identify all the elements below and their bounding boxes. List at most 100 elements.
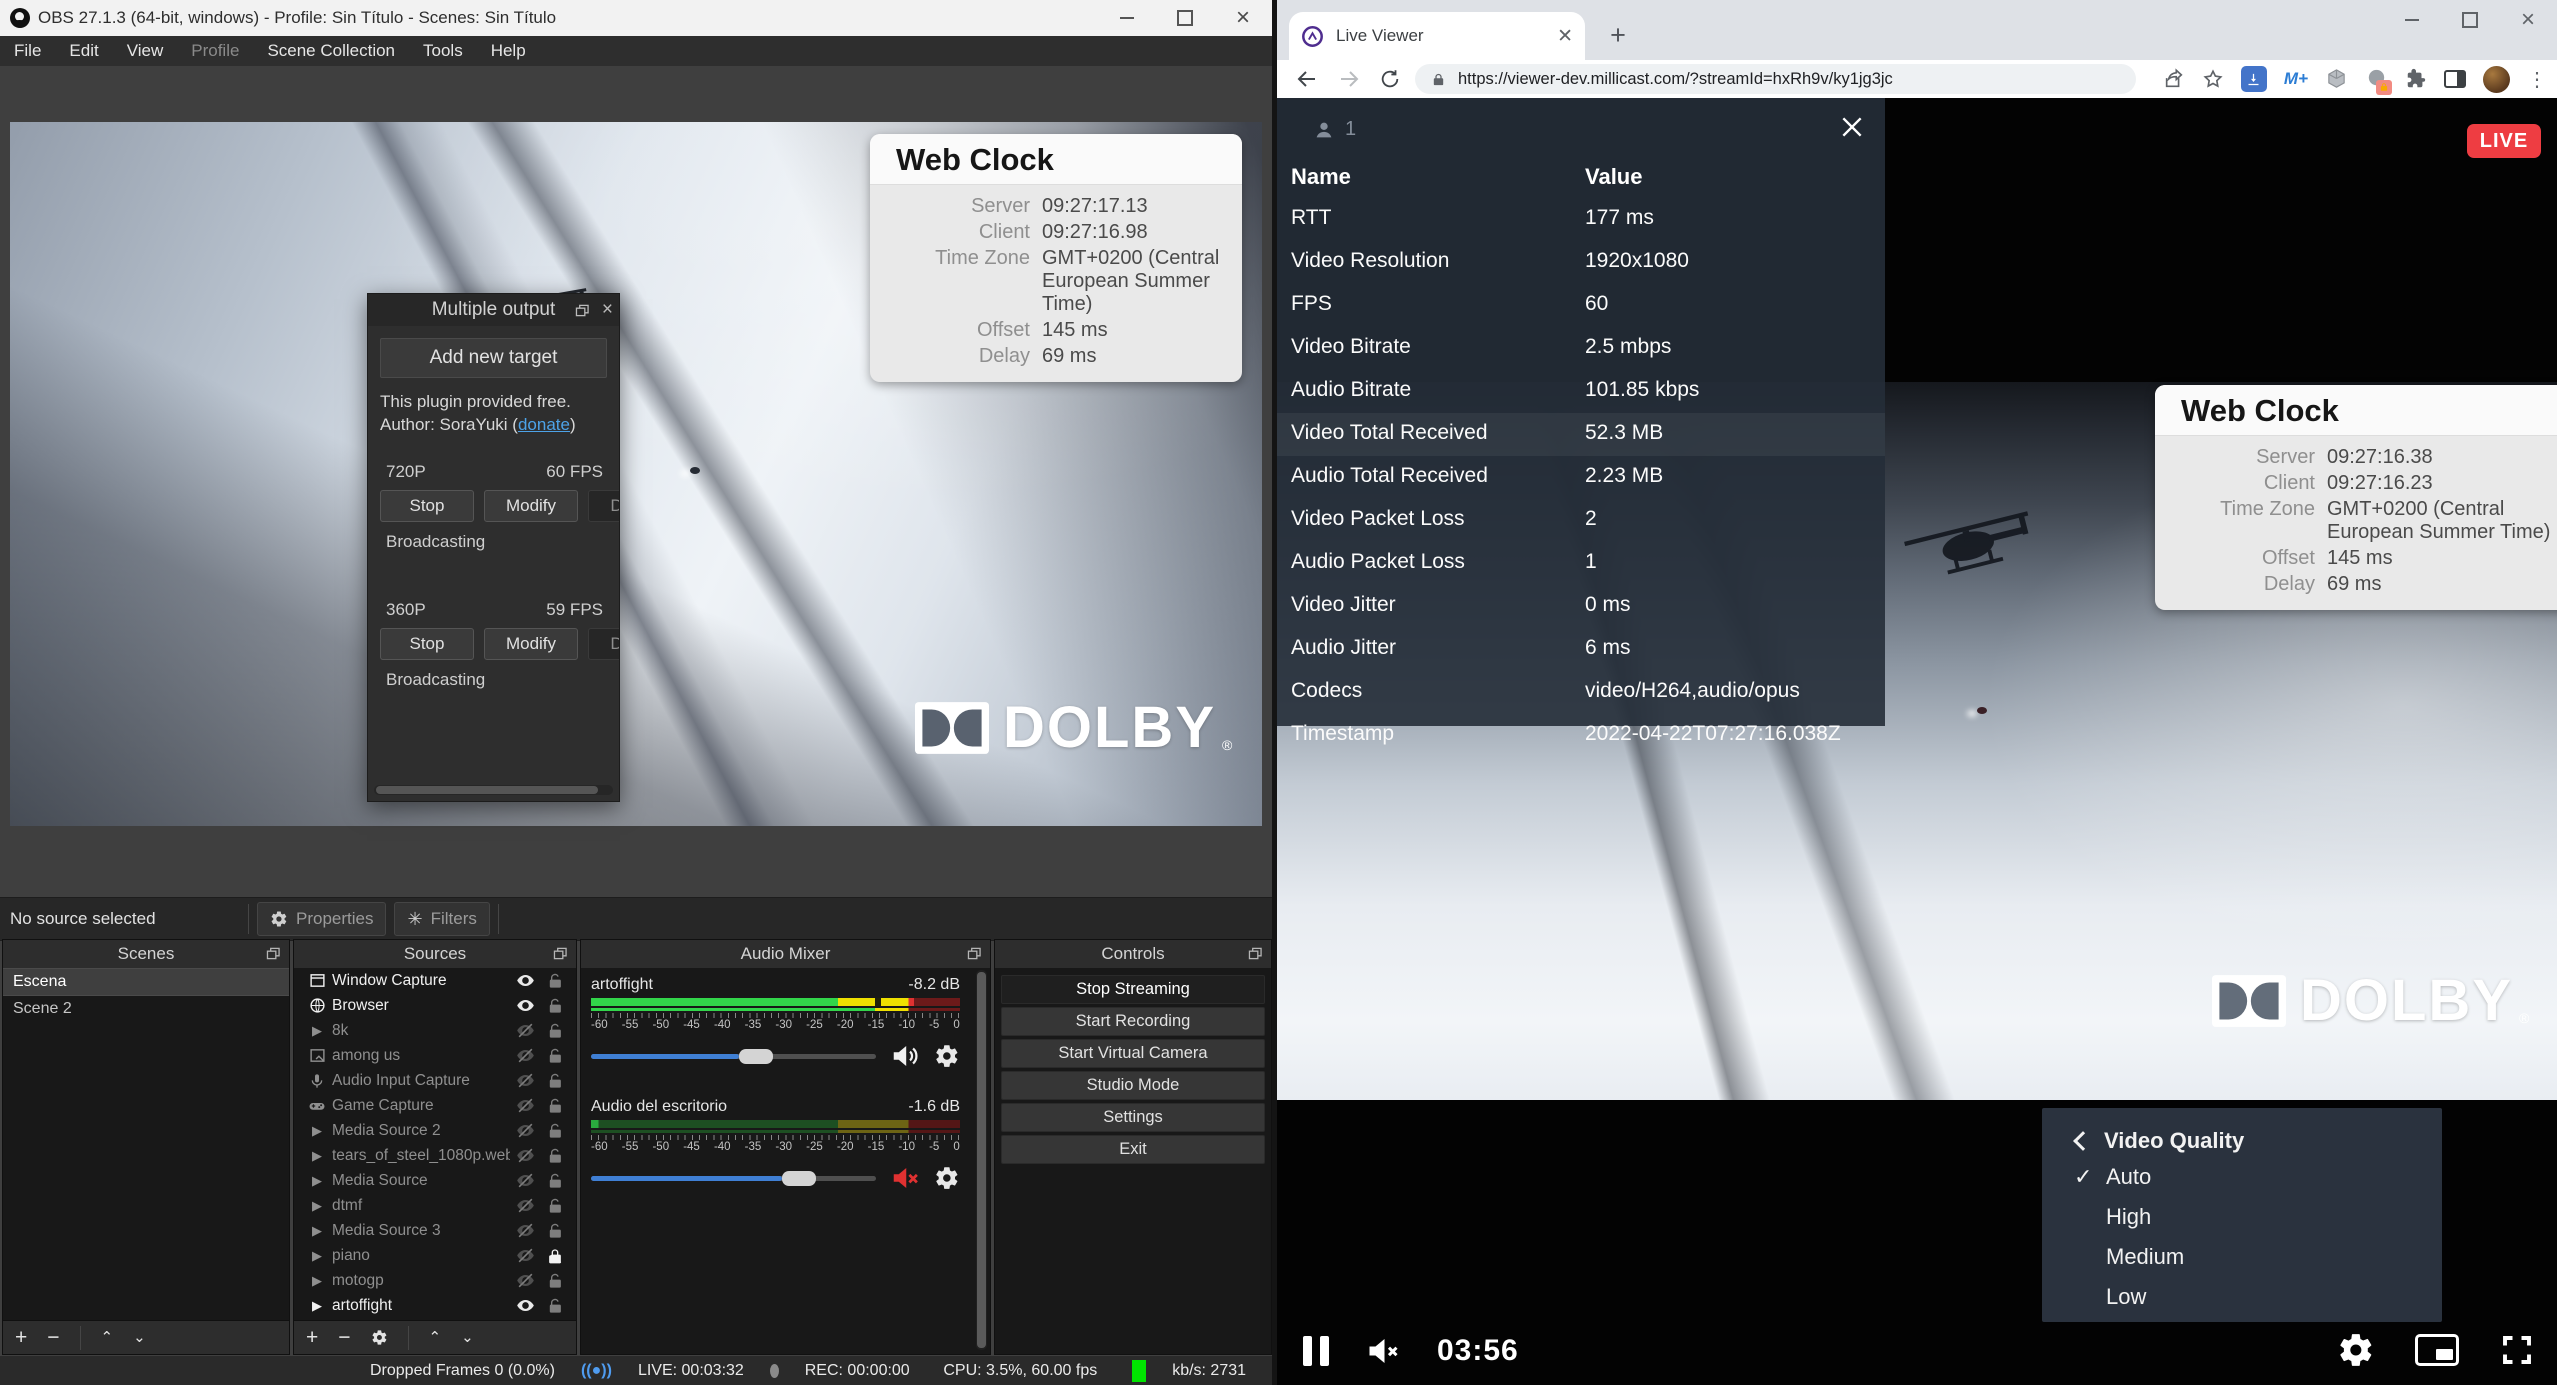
lock-open-icon[interactable] [540, 1048, 570, 1064]
menu-view[interactable]: View [113, 36, 178, 66]
reload-button[interactable] [1379, 68, 1401, 90]
gear-icon[interactable] [934, 1165, 960, 1191]
eye-off-icon[interactable] [510, 1171, 540, 1190]
source-row[interactable]: ▶ motogp [294, 1268, 576, 1293]
move-source-up-button[interactable]: ⌃ [429, 1330, 442, 1345]
source-row[interactable]: ▶ artoffight [294, 1293, 576, 1318]
menu-tools[interactable]: Tools [409, 36, 477, 66]
forward-button[interactable] [1337, 67, 1361, 91]
delete-button[interactable]: Delete [588, 490, 620, 522]
lock-open-icon[interactable] [540, 1098, 570, 1114]
download-extension-icon[interactable] [2241, 66, 2267, 92]
browser-menu-icon[interactable]: ⋮ [2527, 67, 2547, 92]
dock-icon[interactable] [266, 947, 281, 960]
add-source-button[interactable]: + [306, 1327, 318, 1348]
mixer-scrollbar[interactable] [976, 970, 987, 1350]
source-row[interactable]: ▶ 8k [294, 1018, 576, 1043]
stop-button[interactable]: Stop [380, 628, 474, 660]
eye-off-icon[interactable] [510, 1021, 540, 1040]
lock-open-icon[interactable] [540, 1273, 570, 1289]
source-row[interactable]: ▶ piano [294, 1243, 576, 1268]
menu-profile[interactable]: Profile [177, 36, 253, 66]
eye-off-icon[interactable] [510, 1196, 540, 1215]
new-tab-button[interactable]: + [1599, 16, 1637, 54]
picture-in-picture-button[interactable] [2415, 1334, 2459, 1366]
speaker-muted-icon[interactable] [890, 1163, 920, 1193]
source-row[interactable]: ▶ Media Source 2 [294, 1118, 576, 1143]
eye-off-icon[interactable] [510, 1146, 540, 1165]
cube-extension-icon[interactable] [2325, 68, 2348, 91]
source-row[interactable]: Window Capture [294, 968, 576, 993]
lock-open-icon[interactable] [540, 1223, 570, 1239]
volume-slider[interactable] [591, 1054, 876, 1059]
menu-help[interactable]: Help [477, 36, 540, 66]
eye-off-icon[interactable] [510, 1096, 540, 1115]
volume-slider-handle[interactable] [782, 1171, 816, 1186]
lock-open-icon[interactable] [540, 998, 570, 1014]
maximize-button[interactable] [2441, 0, 2499, 40]
movistar-extension-icon[interactable]: M+ [2284, 69, 2308, 89]
stop-streaming-button[interactable]: Stop Streaming [1001, 975, 1265, 1004]
extensions-puzzle-icon[interactable] [2405, 68, 2427, 90]
lock-open-icon[interactable] [540, 1148, 570, 1164]
horizontal-scrollbar[interactable] [374, 785, 613, 795]
eye-off-icon[interactable] [510, 1071, 540, 1090]
privacy-extension-icon[interactable] [2365, 68, 2388, 91]
close-button[interactable]: × [1214, 0, 1272, 36]
close-icon[interactable]: × [602, 299, 613, 321]
profile-avatar[interactable] [2483, 66, 2510, 93]
source-row[interactable]: ▶ tears_of_steel_1080p.webm [294, 1143, 576, 1168]
close-button[interactable]: × [2499, 0, 2557, 40]
scene-item-escena[interactable]: Escena [3, 968, 289, 996]
quality-menu-header[interactable]: Video Quality [2076, 1128, 2244, 1154]
source-row[interactable]: Game Capture [294, 1093, 576, 1118]
donate-link[interactable]: donate [518, 415, 570, 434]
mute-button[interactable] [1365, 1333, 1401, 1369]
studio-mode-button[interactable]: Studio Mode [1001, 1071, 1265, 1100]
quality-option-high[interactable]: High [2106, 1204, 2151, 1230]
volume-slider[interactable] [591, 1176, 876, 1181]
source-row[interactable]: Audio Input Capture [294, 1068, 576, 1093]
modify-button[interactable]: Modify [484, 628, 578, 660]
start-recording-button[interactable]: Start Recording [1001, 1007, 1265, 1036]
quality-option-low[interactable]: Low [2106, 1284, 2146, 1310]
dock-icon[interactable] [1248, 947, 1263, 960]
remove-scene-button[interactable]: − [47, 1327, 59, 1348]
dock-icon[interactable] [553, 947, 568, 960]
eye-off-icon[interactable] [510, 1121, 540, 1140]
lock-open-icon[interactable] [540, 1123, 570, 1139]
back-button[interactable] [1295, 67, 1319, 91]
source-properties-button[interactable] [371, 1329, 388, 1346]
delete-button[interactable]: Delete [588, 628, 620, 660]
dock-icon[interactable] [967, 947, 982, 960]
multiple-output-titlebar[interactable]: Multiple output × [368, 294, 619, 326]
side-panel-icon[interactable] [2444, 70, 2466, 88]
move-scene-down-button[interactable]: ⌄ [133, 1330, 146, 1345]
maximize-button[interactable] [1156, 0, 1214, 36]
menu-edit[interactable]: Edit [55, 36, 112, 66]
player-settings-gear-icon[interactable] [2337, 1331, 2375, 1369]
lock-open-icon[interactable] [540, 973, 570, 989]
lock-open-icon[interactable] [540, 1298, 570, 1314]
bookmark-star-icon[interactable] [2202, 68, 2224, 90]
source-row[interactable]: Browser [294, 993, 576, 1018]
minimize-button[interactable] [1098, 0, 1156, 36]
eye-icon[interactable] [510, 996, 540, 1015]
dock-icon[interactable] [575, 304, 590, 317]
url-text[interactable]: https://viewer-dev.millicast.com/?stream… [1458, 70, 1893, 89]
volume-slider-handle[interactable] [739, 1049, 773, 1064]
fullscreen-button[interactable] [2499, 1332, 2535, 1368]
modify-button[interactable]: Modify [484, 490, 578, 522]
lock-open-icon[interactable] [540, 1173, 570, 1189]
quality-option-medium[interactable]: Medium [2106, 1244, 2184, 1270]
address-bar[interactable]: https://viewer-dev.millicast.com/?stream… [1415, 64, 2136, 94]
tab-close-icon[interactable]: ✕ [1557, 25, 1573, 48]
eye-icon[interactable] [510, 1296, 540, 1315]
exit-button[interactable]: Exit [1001, 1135, 1265, 1164]
source-row[interactable]: among us [294, 1043, 576, 1068]
lock-open-icon[interactable] [540, 1073, 570, 1089]
move-scene-up-button[interactable]: ⌃ [101, 1330, 114, 1345]
move-source-down-button[interactable]: ⌄ [461, 1330, 474, 1345]
filters-button[interactable]: ✳ Filters [394, 902, 489, 936]
minimize-button[interactable] [2383, 0, 2441, 40]
